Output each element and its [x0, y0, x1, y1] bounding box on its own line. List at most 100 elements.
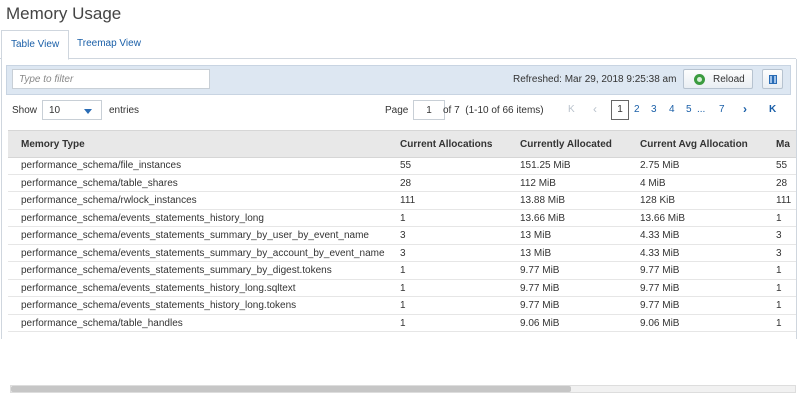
table-panel: Refreshed: Mar 29, 2018 9:25:38 am Reloa… — [1, 59, 797, 393]
of-total-label: of 7 — [443, 105, 460, 116]
columns-icon — [769, 75, 777, 84]
max-cell: 111 — [776, 195, 792, 206]
max-cell: 3 — [776, 247, 782, 259]
pagination-bar: Show 10 entries Page of 7 (1-10 of 66 it… — [12, 99, 792, 123]
current-avg-allocation-cell: 4 MiB — [640, 177, 666, 189]
column-chooser-button[interactable] — [762, 69, 783, 89]
show-label: Show — [12, 105, 38, 116]
page-label: Page — [385, 105, 409, 116]
refresh-icon — [694, 74, 705, 85]
next-page-icon[interactable]: › — [743, 102, 747, 116]
current-avg-allocation-cell: 9.77 MiB — [640, 265, 680, 276]
memory-type-cell: performance_schema/table_handles — [21, 317, 183, 329]
col-current-allocations[interactable]: Current Allocations — [400, 139, 492, 150]
memory-type-cell: performance_schema/events_statements_sum… — [21, 247, 385, 259]
table-row[interactable]: performance_schema/rwlock_instances 111 13… — [8, 192, 796, 210]
page-link-7[interactable]: 7 — [719, 104, 725, 115]
memory-type-cell: performance_schema/events_statements_sum… — [21, 265, 332, 276]
reload-label: Reload — [713, 74, 745, 85]
pagination-ellipsis: ... — [697, 104, 706, 115]
max-cell: 1 — [776, 265, 782, 276]
horizontal-scrollbar[interactable] — [10, 385, 796, 393]
max-cell: 1 — [776, 282, 782, 294]
currently-allocated-cell: 9.06 MiB — [520, 317, 560, 329]
tab-table-view[interactable]: Table View — [1, 30, 70, 60]
filter-input[interactable] — [12, 69, 210, 89]
table-row[interactable]: performance_schema/events_statements_his… — [8, 280, 796, 297]
page-number-input[interactable] — [413, 100, 445, 120]
current-allocations-cell: 3 — [400, 247, 406, 259]
current-avg-allocation-cell: 9.06 MiB — [640, 317, 680, 329]
page-size-select[interactable]: 10 — [42, 100, 102, 120]
page-link-1[interactable]: 1 — [611, 100, 629, 120]
first-page-icon[interactable]: K — [568, 104, 575, 115]
current-allocations-cell: 1 — [400, 265, 406, 276]
current-avg-allocation-cell: 9.77 MiB — [640, 282, 680, 294]
scrollbar-thumb[interactable] — [11, 386, 571, 392]
current-avg-allocation-cell: 2.75 MiB — [640, 160, 680, 171]
range-label: (1-10 of 66 items) — [465, 105, 544, 116]
page-link-3[interactable]: 3 — [651, 104, 657, 115]
page-title: Memory Usage — [6, 4, 122, 23]
table-row[interactable]: performance_schema/events_statements_his… — [8, 297, 796, 315]
memory-type-cell: performance_schema/file_instances — [21, 160, 182, 171]
currently-allocated-cell: 9.77 MiB — [520, 300, 560, 311]
current-allocations-cell: 28 — [400, 177, 412, 189]
page-count-label: of 7 (1-10 of 66 items) — [443, 105, 544, 116]
max-cell: 1 — [776, 300, 782, 311]
max-cell: 55 — [776, 160, 788, 171]
table-row[interactable]: performance_schema/events_statements_his… — [8, 210, 796, 227]
current-avg-allocation-cell: 128 KiB — [640, 195, 676, 206]
page-link-4[interactable]: 4 — [669, 104, 675, 115]
refreshed-timestamp: Refreshed: Mar 29, 2018 9:25:38 am — [513, 74, 677, 85]
current-allocations-cell: 1 — [400, 300, 406, 311]
memory-type-cell: performance_schema/table_shares — [21, 177, 178, 189]
col-max-truncated[interactable]: Ma — [776, 139, 790, 150]
col-currently-allocated[interactable]: Currently Allocated — [520, 139, 612, 150]
table-row[interactable]: performance_schema/table_handles 1 9.06 Mi… — [8, 315, 796, 332]
memory-type-cell: performance_schema/events_statements_sum… — [21, 230, 369, 241]
memory-type-cell: performance_schema/events_statements_his… — [21, 282, 296, 294]
entries-label: entries — [109, 105, 140, 116]
max-cell: 3 — [776, 230, 782, 241]
table-row[interactable]: performance_schema/events_statements_sum… — [8, 245, 796, 262]
currently-allocated-cell: 9.77 MiB — [520, 265, 560, 276]
last-page-icon[interactable]: K — [769, 104, 776, 115]
currently-allocated-cell: 9.77 MiB — [520, 282, 560, 294]
max-cell: 1 — [776, 212, 782, 224]
current-allocations-cell: 1 — [400, 317, 406, 329]
reload-button[interactable]: Reload — [683, 69, 753, 89]
page-size-value: 10 — [49, 105, 61, 116]
currently-allocated-cell: 13.88 MiB — [520, 195, 566, 206]
memory-type-cell: performance_schema/events_statements_his… — [21, 300, 297, 311]
prev-page-icon[interactable]: ‹ — [593, 102, 597, 116]
table-header: Memory Type Current Allocations Currentl… — [8, 130, 796, 158]
table-row[interactable]: performance_schema/events_statements_sum… — [8, 262, 796, 280]
current-allocations-cell: 55 — [400, 160, 412, 171]
current-avg-allocation-cell: 4.33 MiB — [640, 247, 680, 259]
view-tabs: Table View Treemap View — [0, 30, 796, 60]
col-memory-type[interactable]: Memory Type — [21, 139, 85, 150]
current-avg-allocation-cell: 4.33 MiB — [640, 230, 680, 241]
chevron-down-icon — [84, 109, 92, 114]
memory-type-cell: performance_schema/events_statements_his… — [21, 212, 264, 224]
table-row[interactable]: performance_schema/file_instances 55 151.2… — [8, 157, 796, 175]
current-avg-allocation-cell: 9.77 MiB — [640, 300, 680, 311]
table-row[interactable]: performance_schema/table_shares 28 112 MiB… — [8, 175, 796, 192]
tab-treemap-view[interactable]: Treemap View — [68, 30, 150, 58]
table-body: performance_schema/file_instances 55 151.2… — [8, 157, 796, 332]
currently-allocated-cell: 13 MiB — [520, 247, 552, 259]
currently-allocated-cell: 112 MiB — [520, 177, 556, 189]
toolbar: Refreshed: Mar 29, 2018 9:25:38 am Reloa… — [6, 65, 791, 95]
currently-allocated-cell: 151.25 MiB — [520, 160, 571, 171]
page-link-2[interactable]: 2 — [634, 104, 640, 115]
currently-allocated-cell: 13 MiB — [520, 230, 552, 241]
current-allocations-cell: 3 — [400, 230, 406, 241]
currently-allocated-cell: 13.66 MiB — [520, 212, 566, 224]
current-avg-allocation-cell: 13.66 MiB — [640, 212, 686, 224]
page-link-5[interactable]: 5 — [686, 104, 692, 115]
table-row[interactable]: performance_schema/events_statements_sum… — [8, 227, 796, 245]
current-allocations-cell: 1 — [400, 212, 406, 224]
max-cell: 1 — [776, 317, 782, 329]
col-current-avg-allocation[interactable]: Current Avg Allocation — [640, 139, 748, 150]
